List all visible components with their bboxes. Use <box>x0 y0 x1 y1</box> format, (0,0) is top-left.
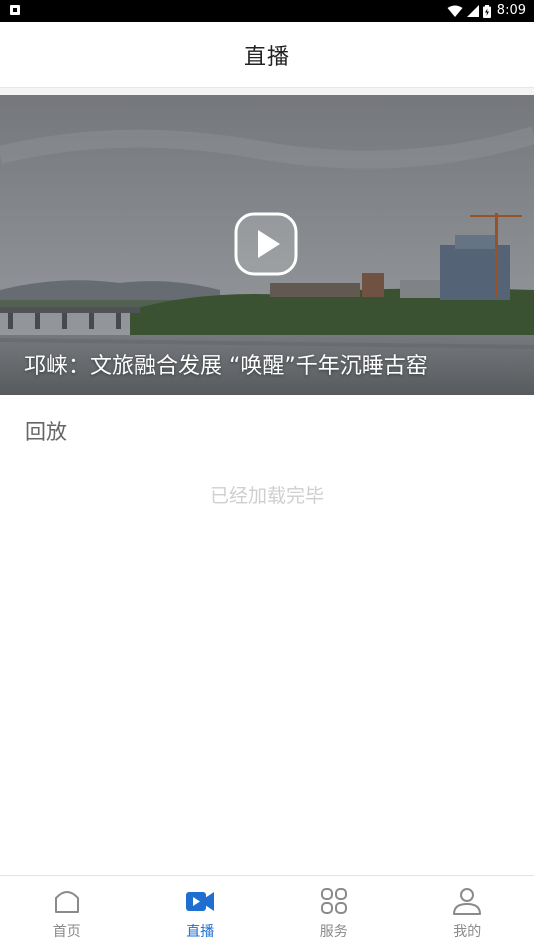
tab-label: 直播 <box>186 924 215 940</box>
battery-icon <box>482 4 491 18</box>
grid-icon <box>320 888 347 914</box>
status-icons: 8:09 <box>447 3 526 19</box>
divider <box>0 88 534 95</box>
live-video-title: 邛崃：文旅融合发展 “唤醒”千年沉睡古窑 <box>24 354 428 379</box>
wifi-icon <box>447 5 463 17</box>
live-video-card[interactable]: 邛崃：文旅融合发展 “唤醒”千年沉睡古窑 <box>0 95 534 395</box>
video-camera-icon <box>186 892 215 911</box>
status-time: 8:09 <box>496 3 526 18</box>
play-icon[interactable] <box>234 212 298 276</box>
home-icon <box>54 891 79 913</box>
replay-section-title: 回放 <box>25 420 67 444</box>
user-icon <box>453 888 482 915</box>
tab-services[interactable]: 服务 <box>267 876 401 950</box>
tab-live[interactable]: 直播 <box>134 876 268 950</box>
notification-a-icon <box>10 5 20 15</box>
tab-label: 我的 <box>453 924 482 940</box>
tab-label: 服务 <box>319 924 348 940</box>
page-title: 直播 <box>243 44 290 70</box>
app-header: 直播 <box>0 22 534 88</box>
cellular-signal-icon <box>466 5 479 17</box>
bottom-tab-bar: 首页 直播 服务 我的 <box>0 875 534 950</box>
tab-label: 首页 <box>52 924 81 940</box>
tab-profile[interactable]: 我的 <box>401 876 534 950</box>
status-bar: 8:09 <box>0 0 534 22</box>
load-complete-text: 已经加载完毕 <box>209 485 324 507</box>
tab-home[interactable]: 首页 <box>0 876 134 950</box>
